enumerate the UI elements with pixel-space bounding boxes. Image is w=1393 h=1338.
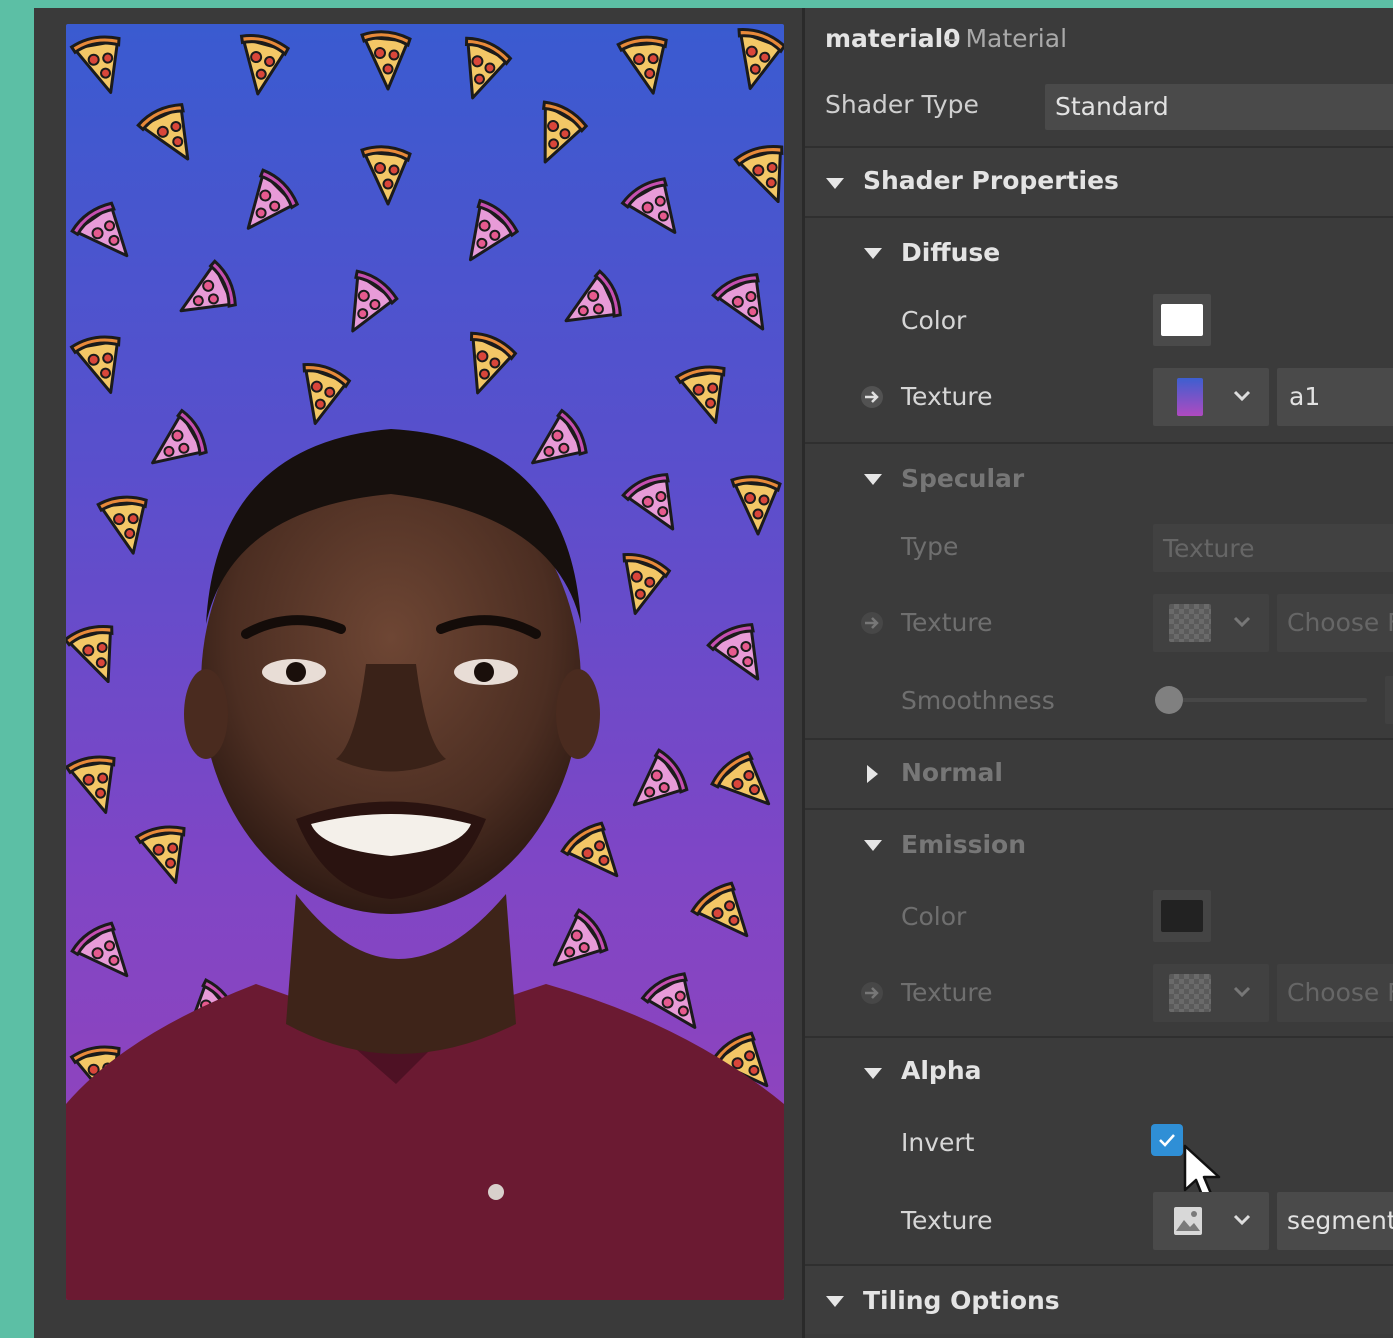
link-arrow-icon[interactable] [859, 610, 885, 636]
texture-thumbnail [1169, 974, 1211, 1012]
specular-type-dropdown[interactable]: Texture [1153, 524, 1393, 572]
smoothness-slider-handle[interactable] [1155, 686, 1183, 714]
specular-type-label: Type [901, 532, 959, 561]
choose-file-text: Choose File [1287, 608, 1393, 637]
section-emission[interactable]: Emission [805, 810, 1393, 878]
inspector-header: material0 – Material [805, 22, 1393, 62]
caret-down-icon [864, 248, 882, 259]
alpha-texture-label: Texture [901, 1206, 993, 1235]
shader-type-label: Shader Type [825, 90, 979, 119]
specular-texture-picker[interactable] [1153, 594, 1269, 652]
emission-texture-picker[interactable] [1153, 964, 1269, 1022]
alpha-invert-label: Invert [901, 1128, 975, 1157]
specular-type-value: Texture [1163, 534, 1255, 563]
caret-right-icon [867, 765, 878, 783]
texture-thumbnail [1177, 378, 1203, 416]
invert-checkbox[interactable] [1151, 1124, 1183, 1156]
image-icon [1174, 1207, 1202, 1235]
caret-down-icon [864, 474, 882, 485]
checkmark-icon [1159, 1134, 1175, 1147]
alpha-texture-field[interactable]: segmentatio [1277, 1192, 1393, 1250]
section-title: Shader Properties [863, 166, 1119, 195]
section-title: Normal [901, 758, 1003, 787]
section-specular[interactable]: Specular [805, 444, 1393, 512]
emission-texture-field[interactable]: Choose File [1277, 964, 1393, 1022]
texture-name: segmentatio [1287, 1206, 1393, 1235]
choose-file-text: Choose File [1287, 978, 1393, 1007]
inspector-panel: material0 – Material Shader Type Standar… [805, 8, 1393, 1338]
specular-texture-field[interactable]: Choose File [1277, 594, 1393, 652]
section-normal[interactable]: Normal [805, 740, 1393, 808]
section-title: Tiling Options [863, 1286, 1060, 1315]
shader-type-dropdown[interactable]: Standard [1045, 84, 1393, 130]
shader-type-value: Standard [1055, 92, 1169, 121]
diffuse-texture-field[interactable]: a1 [1277, 368, 1393, 426]
chevron-down-icon [1233, 390, 1251, 402]
caret-down-icon [864, 840, 882, 851]
link-arrow-icon[interactable] [859, 384, 885, 410]
color-fill [1161, 304, 1203, 336]
section-shader-properties[interactable]: Shader Properties [805, 148, 1393, 216]
app-window: material0 – Material Shader Type Standar… [34, 8, 1393, 1338]
chevron-down-icon [1233, 1214, 1251, 1226]
chevron-down-icon [1233, 616, 1251, 628]
smoothness-value-field[interactable]: 0 [1385, 676, 1393, 724]
caret-down-icon [826, 1296, 844, 1307]
emission-color-swatch[interactable] [1153, 890, 1211, 942]
material-name: material0 [825, 24, 961, 53]
diffuse-color-swatch[interactable] [1153, 294, 1211, 346]
material-kind: – Material [945, 24, 1068, 53]
emission-texture-label: Texture [901, 978, 993, 1007]
section-tiling-options[interactable]: Tiling Options [805, 1266, 1393, 1334]
diffuse-color-label: Color [901, 306, 967, 335]
link-arrow-icon[interactable] [859, 980, 885, 1006]
section-title: Specular [901, 464, 1025, 493]
scene-viewport[interactable] [34, 8, 804, 1338]
diffuse-texture-picker[interactable] [1153, 368, 1269, 426]
texture-name: a1 [1289, 382, 1321, 411]
diffuse-texture-label: Texture [901, 382, 993, 411]
section-diffuse[interactable]: Diffuse [805, 218, 1393, 286]
section-title: Diffuse [901, 238, 1001, 267]
caret-down-icon [864, 1068, 882, 1079]
color-fill [1161, 900, 1203, 932]
camera-preview[interactable] [66, 24, 784, 1300]
texture-thumbnail [1169, 604, 1211, 642]
emission-color-label: Color [901, 902, 967, 931]
section-title: Emission [901, 830, 1026, 859]
specular-texture-label: Texture [901, 608, 993, 637]
section-title: Alpha [901, 1056, 982, 1085]
alpha-texture-picker[interactable] [1153, 1192, 1269, 1250]
smoothness-label: Smoothness [901, 686, 1055, 715]
section-alpha[interactable]: Alpha [805, 1038, 1393, 1106]
chevron-down-icon [1233, 986, 1251, 998]
smoothness-slider-track[interactable] [1157, 698, 1367, 702]
caret-down-icon [826, 178, 844, 189]
preview-illustration [66, 25, 784, 1300]
